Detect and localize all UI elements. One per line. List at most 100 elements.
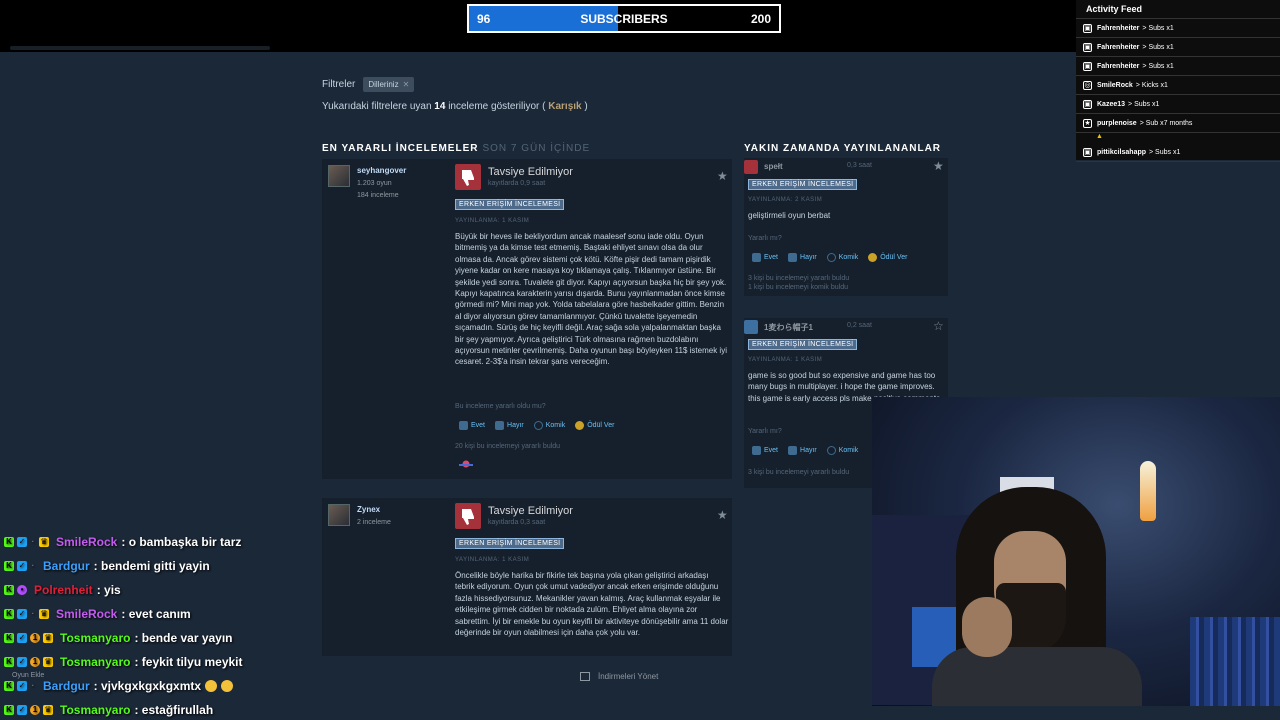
vote-funny-button[interactable]: Komik <box>826 253 858 262</box>
summary-count: 14 <box>434 101 446 112</box>
review-text: Öncelikle böyle harika bir fikirle tek b… <box>455 571 729 638</box>
og-badge-icon: 1 <box>30 705 40 715</box>
award-label: Ödül Ver <box>880 254 908 261</box>
stream-screen: 96 SUBSCRIBERS 200 Activity Feed ▣ Fahren… <box>0 0 1280 720</box>
language-filter-chip[interactable]: Dilleriniz ✕ <box>363 77 415 92</box>
sub-month-icon: ▲ <box>1096 133 1103 140</box>
activity-feed-item: ▣ Fahrenheiter > Subs x1 <box>1076 57 1280 76</box>
feed-action: > Subs x1 <box>1142 24 1174 32</box>
browser-url-strip <box>10 46 270 50</box>
webcam-overlay <box>872 397 1280 706</box>
kick-badge-icon: K <box>4 657 14 667</box>
verified-badge-icon: ✓ <box>17 609 27 619</box>
kick-icon: ◎ <box>1083 80 1092 90</box>
verified-badge-icon: ✓ <box>17 537 27 547</box>
chat-text: : o bambaşka bir tarz <box>121 535 242 549</box>
early-access-badge: ERKEN ERİŞİM İNCELEMESİ <box>455 538 565 549</box>
chat-username[interactable]: Tosmanyaro <box>60 655 130 669</box>
vote-funny-button[interactable]: Komik <box>533 421 566 430</box>
manage-downloads-button[interactable]: İndirmeleri Yönet <box>580 672 658 681</box>
chat-message: K ✓ · Bardgur: bendemi gitti yayin <box>4 554 243 578</box>
vote-buttons: Evet Hayır Komik <box>752 446 868 455</box>
recent-review-card: spełt 0,3 saat ★ ERKEN ERİŞİM İNCELEMESİ… <box>744 158 948 296</box>
summary-rating[interactable]: Karışık <box>548 101 581 112</box>
review-card: seyhangover 1.203 oyun 184 inceleme Tavsi… <box>322 159 732 479</box>
kick-badge-icon: K <box>4 681 14 691</box>
kick-badge-icon: K <box>4 609 14 619</box>
vote-no-label: Hayır <box>800 447 817 454</box>
star-icon[interactable]: ☆ <box>933 319 944 333</box>
vote-funny-button[interactable]: Komik <box>826 446 858 455</box>
chat-username[interactable]: Polrenheit <box>34 583 93 597</box>
helpful-question: Yararlı mı? <box>748 235 782 242</box>
award-button[interactable]: Ödül Ver <box>575 421 614 430</box>
vote-yes-label: Evet <box>764 254 779 261</box>
activity-feed-item: ▣ pittikcilsahapp > Subs x1 <box>1076 143 1280 162</box>
vote-no-button[interactable]: Hayır <box>495 421 524 430</box>
vote-yes-button[interactable]: Evet <box>459 421 485 430</box>
emoji-icon <box>221 680 234 692</box>
close-icon[interactable]: ✕ <box>403 80 410 89</box>
chat-overlay: K ✓ · ♛ SmileRock: o bambaşka bir tarz K ✓ · Bar… <box>4 530 243 720</box>
chat-username[interactable]: Bardgur <box>43 559 90 573</box>
star-icon[interactable]: ★ <box>717 169 728 183</box>
feed-user: SmileRock <box>1097 81 1133 89</box>
review-posted-date: YAYINLANMA: 1 KASIM <box>748 357 823 363</box>
avatar[interactable] <box>328 504 350 526</box>
smile-icon <box>533 421 543 430</box>
lava-lamp <box>1140 461 1156 521</box>
helpful-count: 3 kişi bu incelemeyi yararlı buldu <box>748 469 850 476</box>
summary-prefix: Yukarıdaki filtrelere uyan <box>322 101 432 112</box>
reviewer-name[interactable]: seyhangover <box>357 166 406 175</box>
vote-yes-button[interactable]: Evet <box>752 253 778 262</box>
kick-badge-icon: K <box>4 561 14 571</box>
reviewer-name[interactable]: spełt <box>764 162 783 171</box>
vote-no-button[interactable]: Hayır <box>788 446 817 455</box>
award-badge-icon <box>459 460 473 468</box>
verified-badge-icon: ✓ <box>17 633 27 643</box>
og-badge-icon: 1 <box>30 633 40 643</box>
verified-badge-icon: ✓ <box>17 681 27 691</box>
gift-icon: ▣ <box>1083 23 1092 33</box>
most-helpful-heading: EN YARARLI İNCELEMELER SON 7 GÜN İÇİNDE <box>322 143 590 154</box>
feed-user: pittikcilsahapp <box>1097 148 1147 156</box>
review-hours: 0,3 saat <box>847 162 872 169</box>
dot-icon: · <box>31 537 35 546</box>
early-access-badge: ERKEN ERİŞİM İNCELEMESİ <box>748 179 858 190</box>
goal-target: 200 <box>750 12 771 26</box>
feed-user: purplenoise <box>1097 119 1137 127</box>
reviewer-name[interactable]: Zynex <box>357 505 380 514</box>
chat-username[interactable]: Tosmanyaro <box>60 631 130 645</box>
award-button[interactable]: Ödül Ver <box>868 253 907 262</box>
vote-no-button[interactable]: Hayır <box>788 253 817 262</box>
helpful-question: Bu inceleme yararlı oldu mu? <box>455 403 546 410</box>
kick-badge-icon: K <box>4 585 14 595</box>
gift-icon: ▣ <box>1083 147 1092 157</box>
vote-yes-label: Evet <box>471 422 486 429</box>
review-posted-date: YAYINLANMA: 1 KASIM <box>455 557 530 563</box>
vote-yes-button[interactable]: Evet <box>752 446 778 455</box>
subscriber-badge-icon: ♛ <box>43 705 53 715</box>
chat-text: : feykit tilyu meykit <box>134 655 243 669</box>
thumbs-down-icon <box>744 160 758 174</box>
thumbs-up-icon <box>752 253 761 262</box>
review-verdict[interactable]: Tavsiye Edilmiyor <box>488 166 573 178</box>
chat-text: : evet canım <box>121 607 191 621</box>
reviewer-name[interactable]: 1麦わら帽子1 <box>764 322 813 333</box>
review-verdict[interactable]: Tavsiye Edilmiyor <box>488 505 573 517</box>
star-icon[interactable]: ★ <box>717 508 728 522</box>
thumbs-down-icon <box>455 503 481 529</box>
activity-feed-item: ★ purplenoise > Sub x7 months <box>1076 114 1280 133</box>
helpful-question: Yararlı mı? <box>748 428 782 435</box>
chat-username[interactable]: SmileRock <box>56 535 117 549</box>
vote-funny-label: Komik <box>545 422 566 429</box>
avatar[interactable] <box>328 165 350 187</box>
review-hours: kayıtlarda 0,9 saat <box>488 180 546 187</box>
feed-action: > Subs x1 <box>1142 43 1174 51</box>
chat-username[interactable]: SmileRock <box>56 607 117 621</box>
chat-message: K ✓ · Bardgur: vjvkgxkgxkgxmtx <box>4 674 243 698</box>
activity-feed-item: ▣ Kazee13 > Subs x1 <box>1076 95 1280 114</box>
star-icon[interactable]: ★ <box>933 159 944 173</box>
chat-username[interactable]: Bardgur <box>43 679 90 693</box>
chat-username[interactable]: Tosmanyaro <box>60 703 130 717</box>
